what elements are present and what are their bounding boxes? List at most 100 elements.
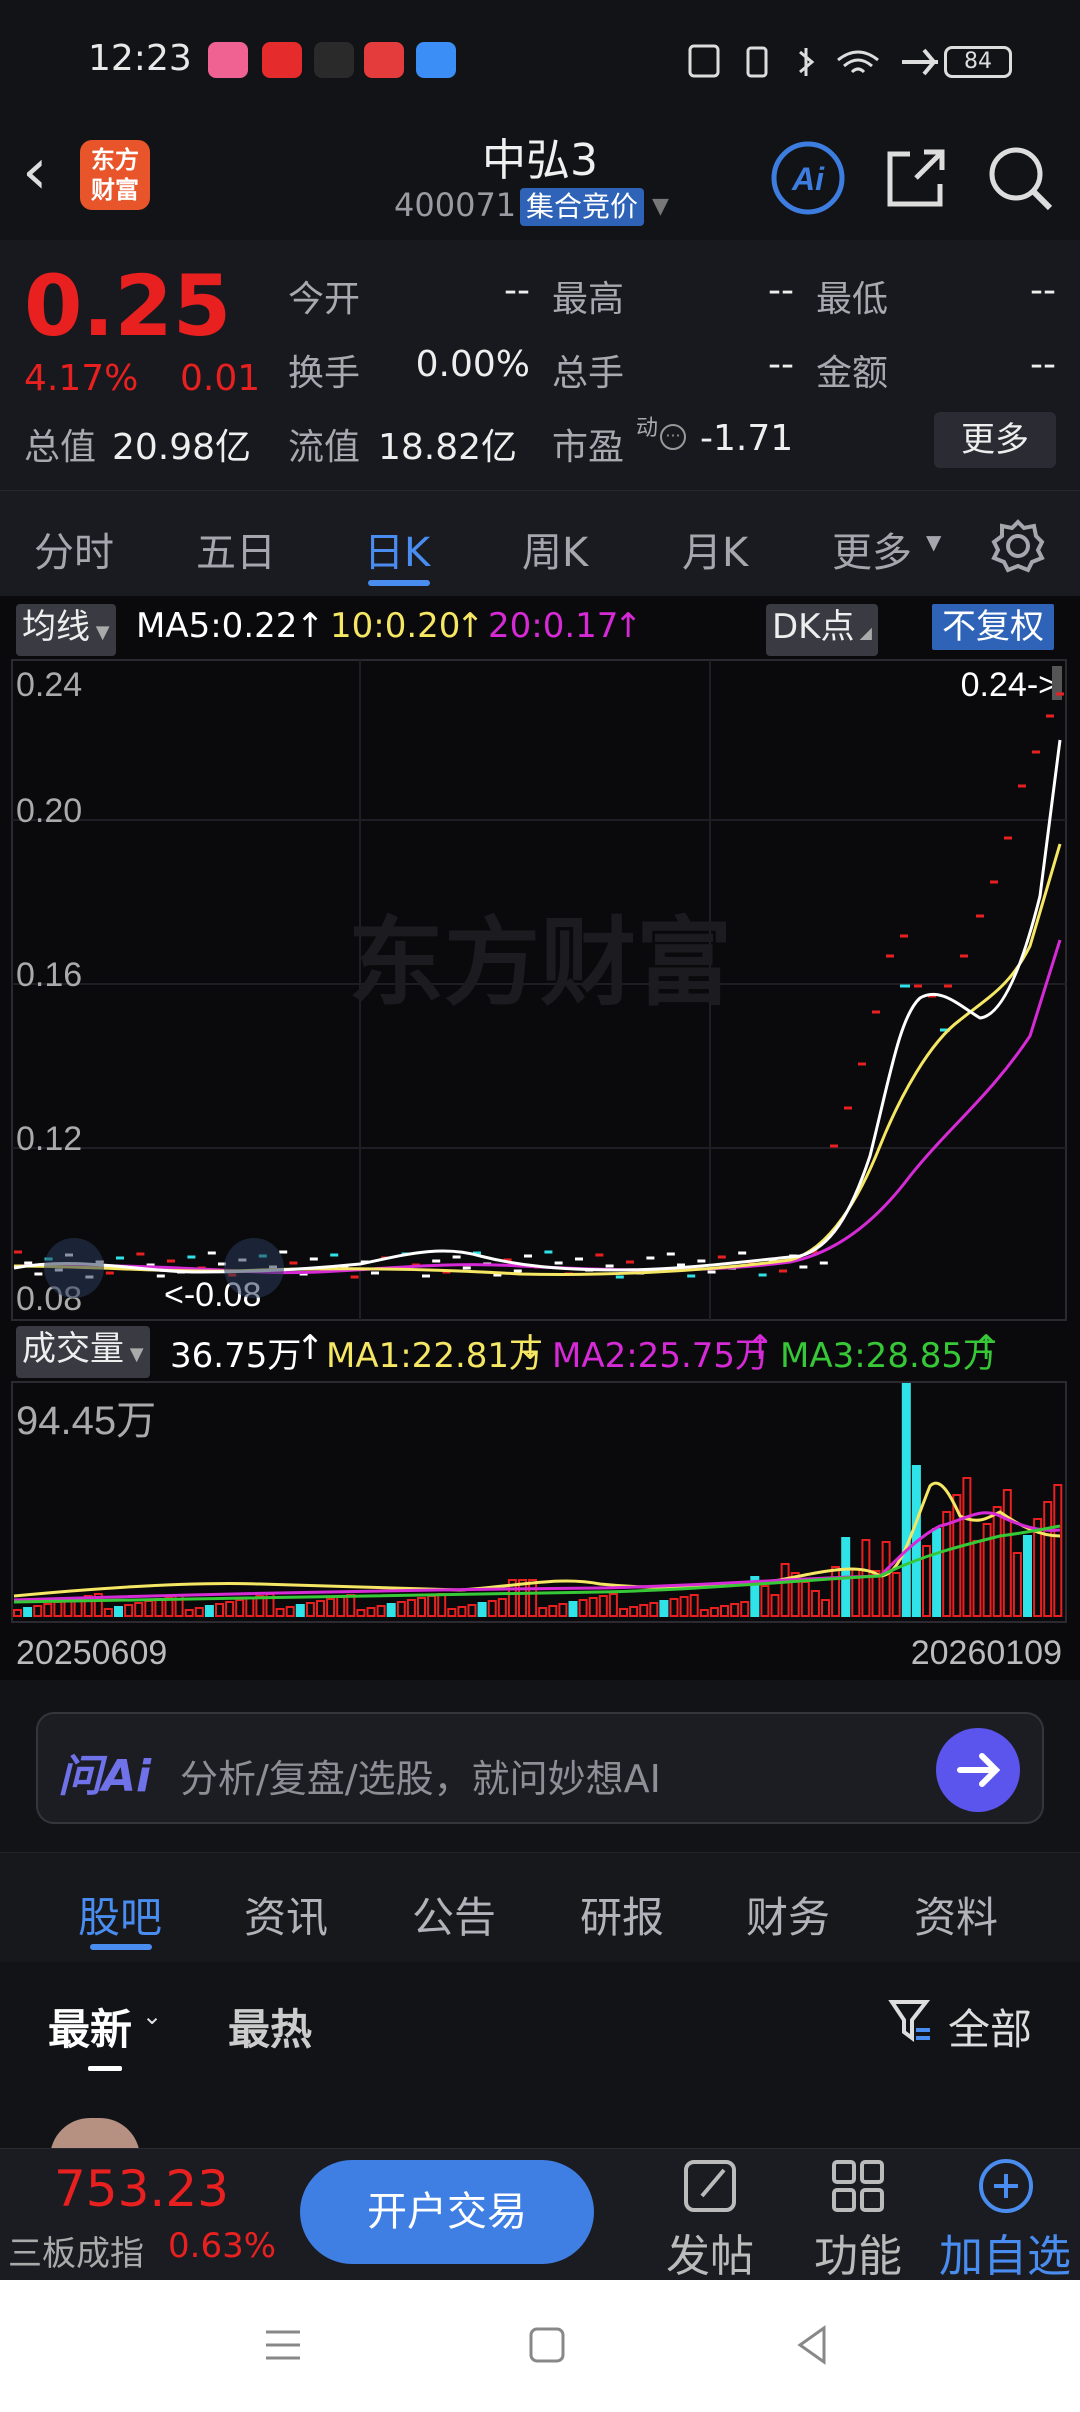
ma10-value: 10:0.20 — [330, 606, 461, 646]
volume-bar — [285, 1606, 295, 1617]
dk-point-button[interactable]: DK点 ◢ — [766, 604, 878, 656]
open-account-trade-button[interactable]: 开户交易 — [300, 2160, 594, 2264]
dk-point-label: DK点 — [772, 607, 855, 647]
low-value: -- — [1030, 270, 1056, 311]
tab-forum[interactable]: 股吧 — [78, 1884, 162, 1945]
low-label: 最低 — [816, 279, 889, 320]
volume-bar — [679, 1596, 689, 1617]
volume-bar — [447, 1608, 457, 1617]
ai-input-placeholder[interactable]: 分析/复盘/选股，就问妙想AI — [180, 1748, 661, 1803]
more-info-icon[interactable]: ··· — [660, 424, 686, 450]
chevron-down-icon[interactable]: ▼ — [652, 194, 669, 219]
volume-bar — [831, 1566, 841, 1617]
tab-announcements[interactable]: 公告 — [412, 1884, 496, 1945]
edit-post-icon[interactable] — [678, 2156, 742, 2216]
app-icon-red — [262, 42, 302, 78]
volume-bar — [629, 1606, 639, 1617]
volume-bar — [962, 1477, 972, 1617]
filter-icon[interactable] — [888, 1996, 932, 2046]
tab-financials[interactable]: 财务 — [746, 1884, 830, 1945]
volume-bar — [487, 1600, 497, 1617]
turnover-value: 0.00% — [415, 344, 530, 385]
back-nav-icon[interactable] — [788, 2320, 838, 2370]
volume-bar — [649, 1602, 659, 1617]
volume-bar — [386, 1603, 396, 1617]
sort-hot[interactable]: 最热 — [228, 1996, 312, 2057]
volume-bar — [134, 1602, 144, 1617]
ma-selector-button[interactable]: 均线 ▼ — [16, 604, 116, 656]
search-icon[interactable] — [980, 138, 1060, 218]
active-tab-underline — [368, 580, 430, 586]
date-start-label: 20250609 — [16, 1634, 167, 1672]
wifi-icon — [837, 50, 879, 74]
volume-bar — [639, 1604, 649, 1617]
add-watchlist-label[interactable]: 加自选 — [932, 2220, 1078, 2284]
volume-bar — [740, 1601, 750, 1617]
vibrate-icon — [746, 46, 768, 78]
menu-icon[interactable] — [258, 2320, 308, 2370]
tab-research[interactable]: 研报 — [580, 1884, 664, 1945]
volume-bar — [336, 1596, 346, 1617]
functions-button-label[interactable]: 功能 — [808, 2220, 908, 2284]
more-button[interactable]: 更多 — [934, 412, 1056, 468]
volume-bar — [578, 1599, 588, 1617]
tab-more[interactable]: 更多 — [832, 520, 912, 578]
add-watchlist-icon[interactable] — [974, 2156, 1038, 2216]
volume-bar — [215, 1603, 224, 1617]
volume-bar — [245, 1597, 255, 1617]
volume-bar — [114, 1606, 123, 1617]
tab-profile[interactable]: 资料 — [914, 1884, 998, 1945]
volume-bar — [316, 1600, 325, 1617]
vma2-value: MA2:25.75万 — [552, 1336, 770, 1376]
tab-weekly-k[interactable]: 周K — [522, 520, 588, 578]
volume-bar — [376, 1605, 386, 1617]
adjust-mode-button[interactable]: 不复权 — [932, 604, 1054, 650]
volume-bar — [1043, 1501, 1053, 1617]
filter-all[interactable]: 全部 — [948, 1996, 1032, 2057]
volume-bar — [891, 1572, 901, 1617]
grid-functions-icon[interactable] — [826, 2156, 890, 2216]
volume-bar — [346, 1594, 356, 1617]
ai-assistant-icon[interactable]: Ai — [768, 138, 848, 218]
price-axis-0: 0.24 — [16, 666, 82, 704]
volume-bar — [23, 1607, 33, 1617]
home-icon[interactable] — [522, 2320, 572, 2370]
tab-news[interactable]: 资讯 — [244, 1884, 328, 1945]
volume-max-label: 94.45万 — [16, 1399, 156, 1443]
ma5-up-arrow-icon: ↑ — [296, 606, 325, 646]
tab-daily-k[interactable]: 日K — [364, 520, 430, 578]
volume-bar — [457, 1606, 467, 1617]
share-icon[interactable] — [876, 138, 956, 218]
volume-bar — [689, 1594, 699, 1617]
tab-intraday[interactable]: 分时 — [34, 520, 114, 578]
tab-five-day[interactable]: 五日 — [196, 520, 276, 578]
chart-zoom-in-button — [224, 1238, 284, 1298]
settings-gear-icon[interactable] — [990, 518, 1046, 574]
float-value: 18.82亿 — [378, 427, 518, 468]
volume-bar — [659, 1600, 669, 1617]
volume-bar — [932, 1528, 942, 1617]
chevron-down-icon: ▼ — [926, 530, 942, 554]
post-button-label[interactable]: 发帖 — [660, 2220, 760, 2284]
index-value[interactable]: 753.23 — [54, 2160, 229, 2218]
open-label: 今开 — [288, 279, 361, 320]
volume-bar — [770, 1594, 780, 1617]
volume-bar — [669, 1598, 679, 1617]
volume-bar — [144, 1600, 154, 1617]
volume-bar — [760, 1585, 770, 1617]
volume-bar — [467, 1604, 477, 1617]
trade-mode-badge[interactable]: 集合竞价 — [520, 188, 645, 226]
volume-bar — [800, 1581, 810, 1617]
tab-monthly-k[interactable]: 月K — [682, 520, 748, 578]
app-icon-plane — [314, 42, 354, 78]
turnover-label: 换手 — [288, 353, 361, 394]
sort-latest[interactable]: 最新 — [48, 1996, 132, 2057]
volume-indicator-button[interactable]: 成交量 ▼ — [16, 1326, 150, 1378]
volume-bar — [1012, 1552, 1022, 1617]
index-name[interactable]: 三板成指 — [8, 2226, 144, 2275]
airplane-icon — [902, 48, 938, 76]
volume-bar — [406, 1599, 416, 1617]
ai-submit-button[interactable] — [936, 1728, 1020, 1812]
status-time: 12:23 — [88, 38, 192, 79]
volume-bar — [305, 1602, 315, 1617]
